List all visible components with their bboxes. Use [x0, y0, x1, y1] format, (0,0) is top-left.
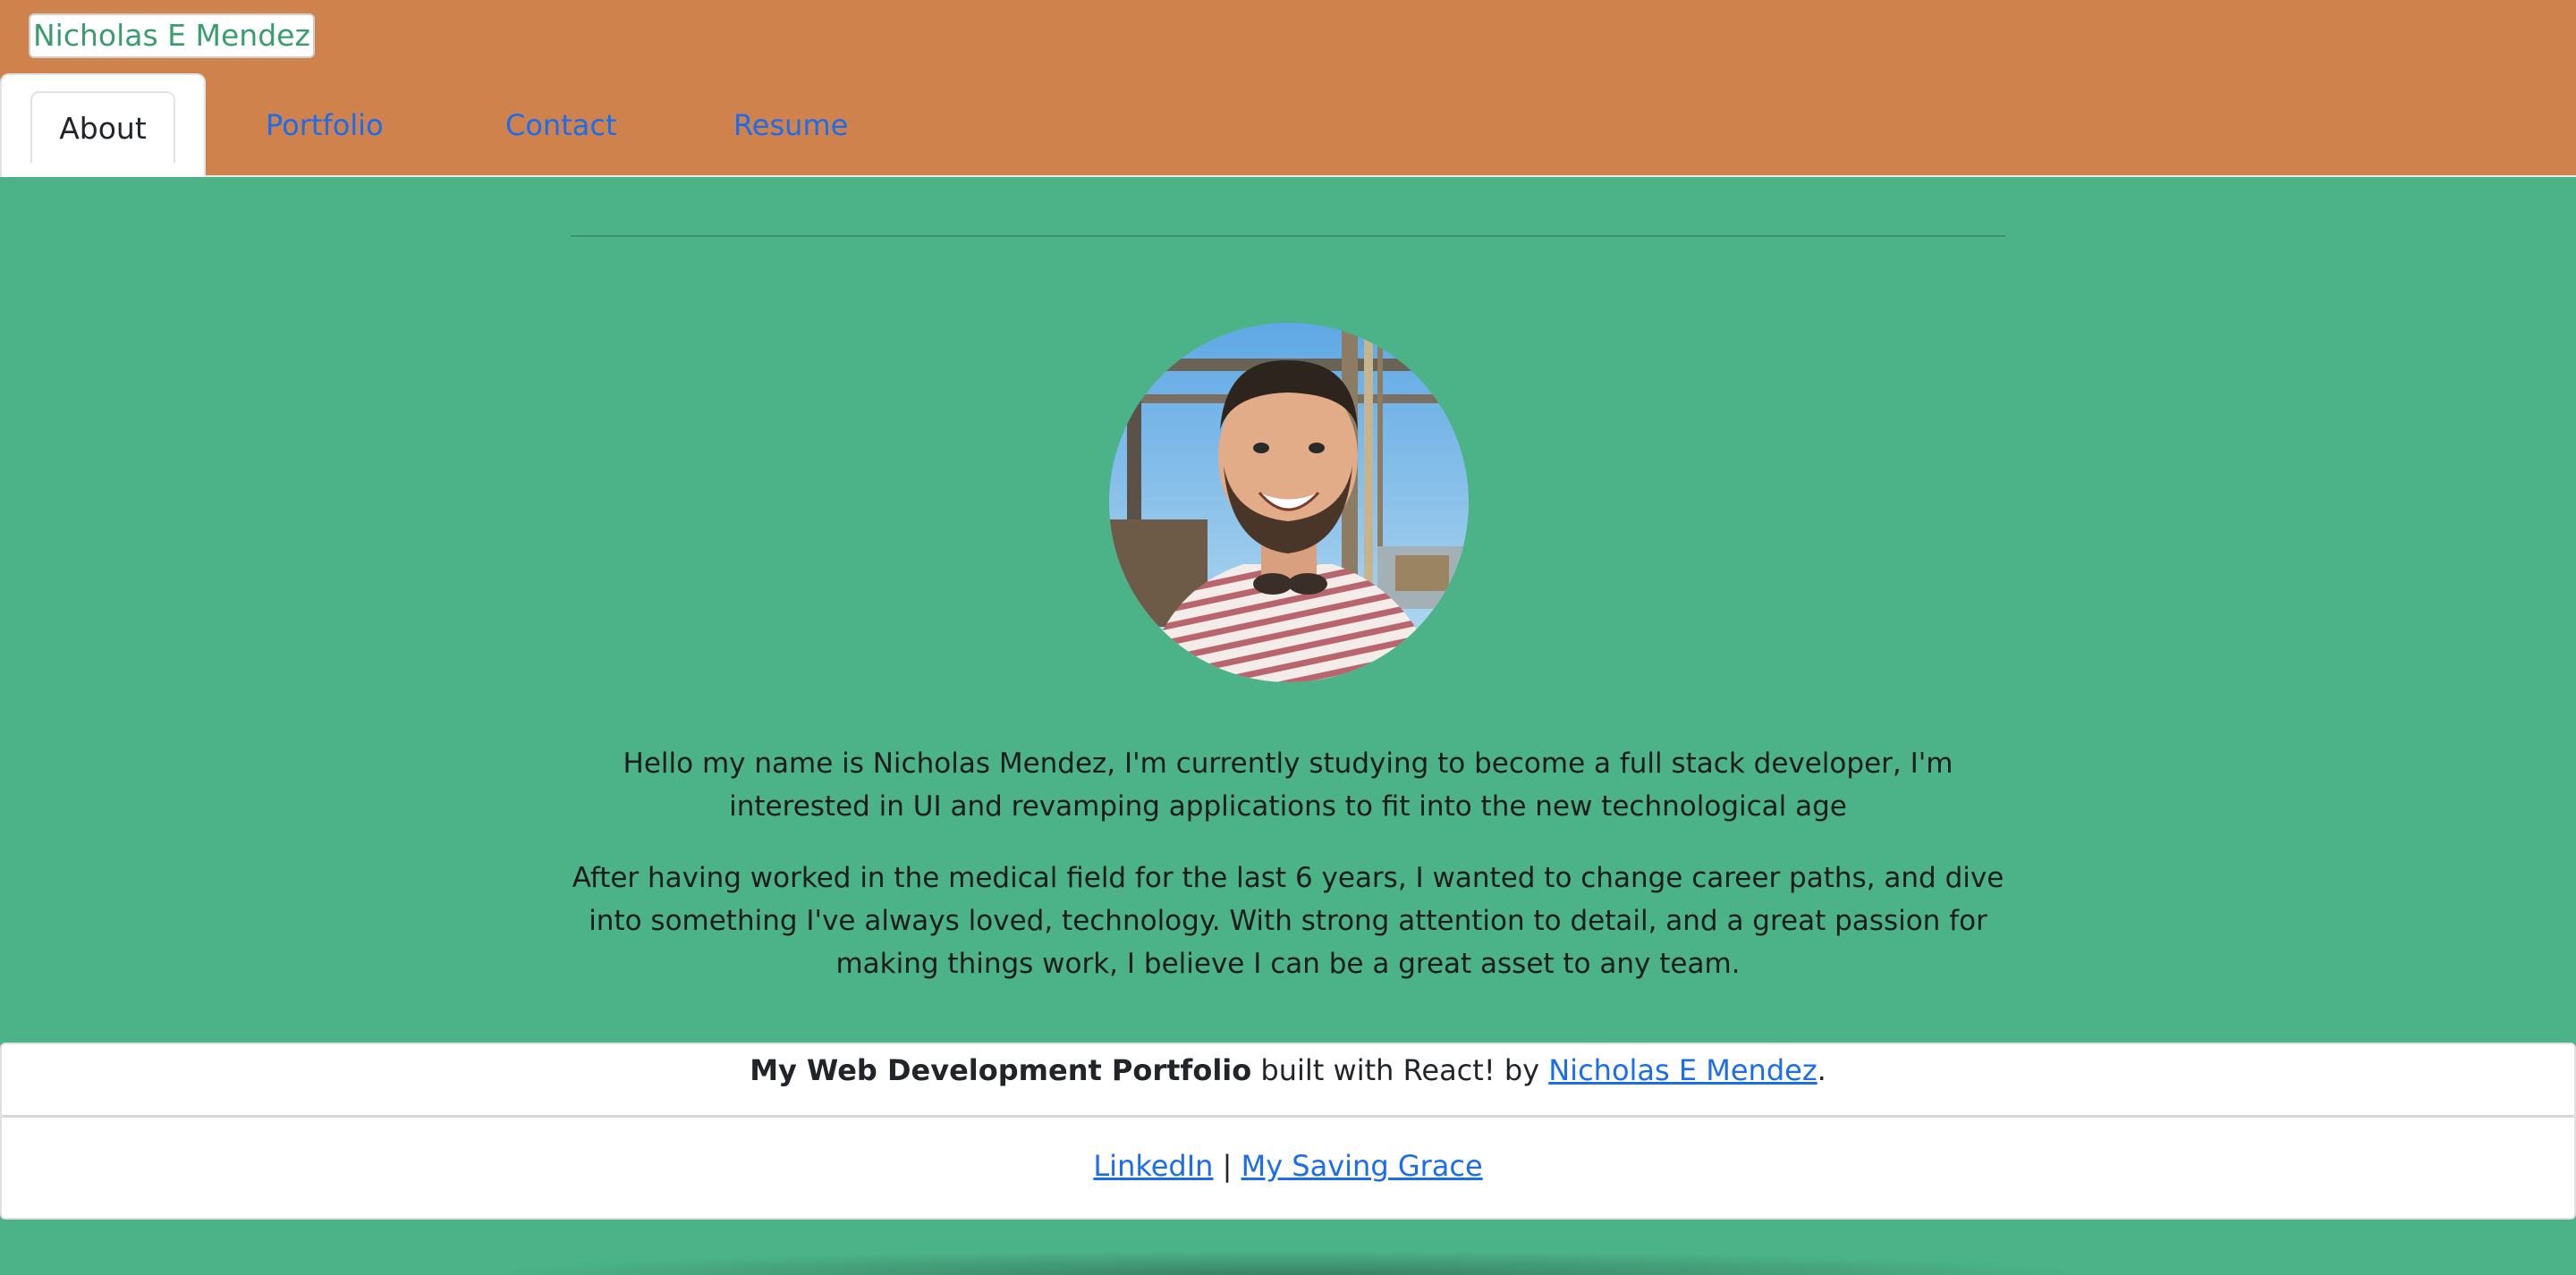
footer-links: LinkedIn | My Saving Grace	[2, 1130, 2574, 1202]
about-section: Hello my name is Nicholas Mendez, I'm cu…	[571, 742, 2005, 985]
profile-photo-illustration	[1109, 323, 1469, 682]
site-header: Nicholas E Mendez About Portfolio Contac…	[0, 0, 2576, 177]
footer-credit-period: .	[1817, 1053, 1826, 1087]
footer-separator: |	[1213, 1149, 1241, 1183]
about-paragraph-2: After having worked in the medical field…	[572, 862, 2004, 980]
author-link[interactable]: Nicholas E Mendez	[1548, 1053, 1817, 1087]
site-footer: My Web Development Portfolio built with …	[0, 1043, 2576, 1220]
tab-portfolio[interactable]: Portfolio	[266, 111, 384, 139]
my-saving-grace-link[interactable]: My Saving Grace	[1241, 1149, 1483, 1183]
footer-credit-text: built with React! by	[1251, 1053, 1549, 1087]
brand-link[interactable]: Nicholas E Mendez	[29, 13, 315, 58]
section-divider	[571, 235, 2005, 237]
profile-avatar	[1109, 323, 1469, 682]
bottom-shadow	[465, 1250, 2111, 1275]
footer-credit: My Web Development Portfolio built with …	[2, 1044, 2574, 1118]
tab-resume[interactable]: Resume	[733, 111, 848, 139]
tab-about-label[interactable]: About	[30, 91, 175, 163]
about-paragraph-1: Hello my name is Nicholas Mendez, I'm cu…	[623, 747, 1953, 823]
tab-contact[interactable]: Contact	[505, 111, 617, 139]
linkedin-link[interactable]: LinkedIn	[1093, 1149, 1213, 1183]
tab-about[interactable]: About	[0, 73, 206, 177]
footer-credit-title: My Web Development Portfolio	[750, 1053, 1252, 1087]
nav-tabs: About	[0, 73, 206, 177]
